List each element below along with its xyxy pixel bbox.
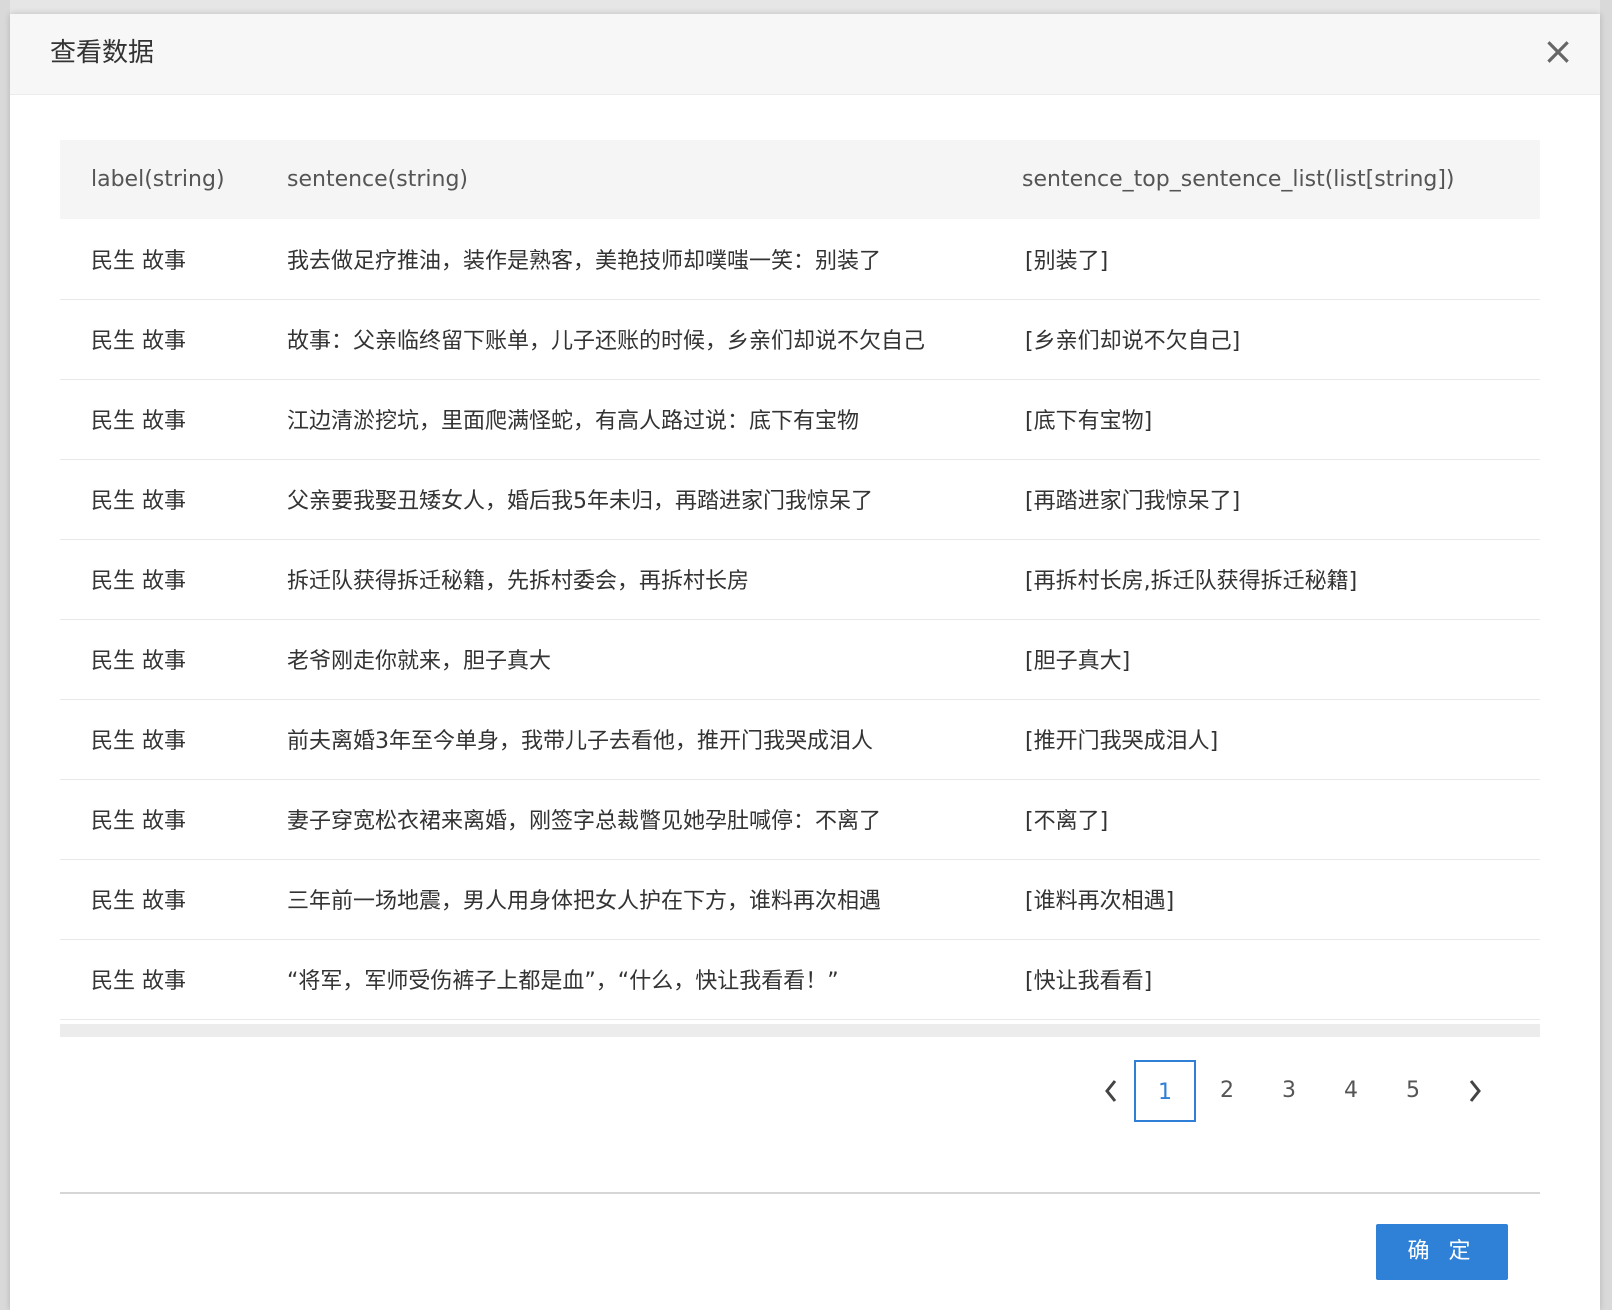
top-sentence-cell: [谁料再次相遇] bbox=[1025, 889, 1175, 914]
data-table-container: label(string) sentence(string) sentence_… bbox=[60, 140, 1540, 1040]
label-cell: 民生 故事 bbox=[91, 809, 186, 834]
table-row: 民生 故事 前夫离婚3年至今单身，我带儿子去看他，推开门我哭成泪人 [推开门我哭… bbox=[60, 699, 1540, 779]
close-icon[interactable]: × bbox=[1538, 32, 1578, 72]
label-cell: 民生 故事 bbox=[91, 409, 186, 434]
label-cell: 民生 故事 bbox=[91, 889, 186, 914]
sentence-cell: 江边清淤挖坑，里面爬满怪蛇，有高人路过说：底下有宝物 bbox=[287, 409, 860, 434]
horizontal-scrollbar[interactable] bbox=[60, 1024, 1540, 1037]
top-sentence-cell: [快让我看看] bbox=[1025, 969, 1153, 994]
label-cell: 民生 故事 bbox=[91, 329, 186, 354]
backdrop bbox=[0, 0, 10, 1310]
prev-page-button[interactable] bbox=[1080, 1060, 1142, 1122]
next-page-button[interactable] bbox=[1444, 1060, 1506, 1122]
dialog-header: 查看数据 × bbox=[10, 14, 1600, 95]
label-cell: 民生 故事 bbox=[91, 969, 186, 994]
top-sentence-cell: [胆子真大] bbox=[1025, 649, 1131, 674]
label-cell: 民生 故事 bbox=[91, 489, 186, 514]
sentence-cell: 故事：父亲临终留下账单，儿子还账的时候，乡亲们却说不欠自己 bbox=[287, 329, 926, 354]
top-sentence-cell: [再拆村长房,拆迁队获得拆迁秘籍] bbox=[1025, 569, 1358, 594]
table-row: 民生 故事 妻子穿宽松衣裙来离婚，刚签字总裁瞥见她孕肚喊停：不离了 [不离了] bbox=[60, 779, 1540, 859]
page-button-1[interactable]: 1 bbox=[1134, 1060, 1196, 1122]
label-cell: 民生 故事 bbox=[91, 248, 186, 274]
sentence-cell: 前夫离婚3年至今单身，我带儿子去看他，推开门我哭成泪人 bbox=[287, 729, 873, 754]
sentence-cell: 妻子穿宽松衣裙来离婚，刚签字总裁瞥见她孕肚喊停：不离了 bbox=[287, 809, 882, 834]
top-sentence-cell: [乡亲们却说不欠自己] bbox=[1025, 329, 1241, 354]
sentence-cell: 三年前一场地震，男人用身体把女人护在下方，谁料再次相遇 bbox=[287, 889, 882, 914]
table-row: 民生 故事 三年前一场地震，男人用身体把女人护在下方，谁料再次相遇 [谁料再次相… bbox=[60, 859, 1540, 939]
chevron-right-icon bbox=[1469, 1080, 1481, 1102]
sentence-cell: 老爷刚走你就来，胆子真大 bbox=[287, 649, 552, 674]
confirm-button[interactable]: 确 定 bbox=[1376, 1224, 1508, 1280]
table-row: 民生 故事 江边清淤挖坑，里面爬满怪蛇，有高人路过说：底下有宝物 [底下有宝物] bbox=[60, 379, 1540, 459]
top-sentence-cell: [推开门我哭成泪人] bbox=[1025, 729, 1219, 754]
backdrop bbox=[1600, 0, 1612, 1310]
page-button-4[interactable]: 4 bbox=[1320, 1060, 1382, 1122]
table-row: 民生 故事 故事：父亲临终留下账单，儿子还账的时候，乡亲们却说不欠自己 [乡亲们… bbox=[60, 299, 1540, 379]
sentence-cell: “将军，军师受伤裤子上都是血”，“什么，快让我看看！” bbox=[287, 969, 839, 994]
table-row: 民生 故事 老爷刚走你就来，胆子真大 [胆子真大] bbox=[60, 619, 1540, 699]
table-row: 民生 故事 拆迁队获得拆迁秘籍，先拆村委会，再拆村长房 [再拆村长房,拆迁队获得… bbox=[60, 539, 1540, 619]
column-header-label: label(string) bbox=[91, 167, 225, 192]
label-cell: 民生 故事 bbox=[91, 649, 186, 674]
column-header-sentence-top-list: sentence_top_sentence_list(list[string]) bbox=[1022, 167, 1455, 192]
table-header-row: label(string) sentence(string) sentence_… bbox=[60, 140, 1540, 219]
data-table: label(string) sentence(string) sentence_… bbox=[60, 140, 1540, 1020]
sentence-cell: 我去做足疗推油，装作是熟客，美艳技师却噗嗤一笑：别装了 bbox=[287, 248, 882, 274]
page-button-3[interactable]: 3 bbox=[1258, 1060, 1320, 1122]
column-header-sentence: sentence(string) bbox=[287, 167, 468, 192]
page-button-5[interactable]: 5 bbox=[1382, 1060, 1444, 1122]
table-row: 民生 故事 “将军，军师受伤裤子上都是血”，“什么，快让我看看！” [快让我看看… bbox=[60, 939, 1540, 1019]
dialog-title: 查看数据 bbox=[50, 38, 155, 68]
sentence-cell: 父亲要我娶丑矮女人，婚后我5年未归，再踏进家门我惊呆了 bbox=[287, 489, 873, 514]
label-cell: 民生 故事 bbox=[91, 729, 186, 754]
top-sentence-cell: [再踏进家门我惊呆了] bbox=[1025, 489, 1241, 514]
top-sentence-cell: [不离了] bbox=[1025, 809, 1109, 834]
footer-divider bbox=[60, 1192, 1540, 1194]
top-sentence-cell: [底下有宝物] bbox=[1025, 409, 1153, 434]
sentence-cell: 拆迁队获得拆迁秘籍，先拆村委会，再拆村长房 bbox=[287, 569, 750, 594]
chevron-left-icon bbox=[1105, 1080, 1117, 1102]
top-sentence-cell: [别装了] bbox=[1025, 248, 1109, 274]
page-button-2[interactable]: 2 bbox=[1196, 1060, 1258, 1122]
table-row: 民生 故事 父亲要我娶丑矮女人，婚后我5年未归，再踏进家门我惊呆了 [再踏进家门… bbox=[60, 459, 1540, 539]
label-cell: 民生 故事 bbox=[91, 569, 186, 594]
table-row: 民生 故事 我去做足疗推油，装作是熟客，美艳技师却噗嗤一笑：别装了 [别装了] bbox=[60, 219, 1540, 299]
